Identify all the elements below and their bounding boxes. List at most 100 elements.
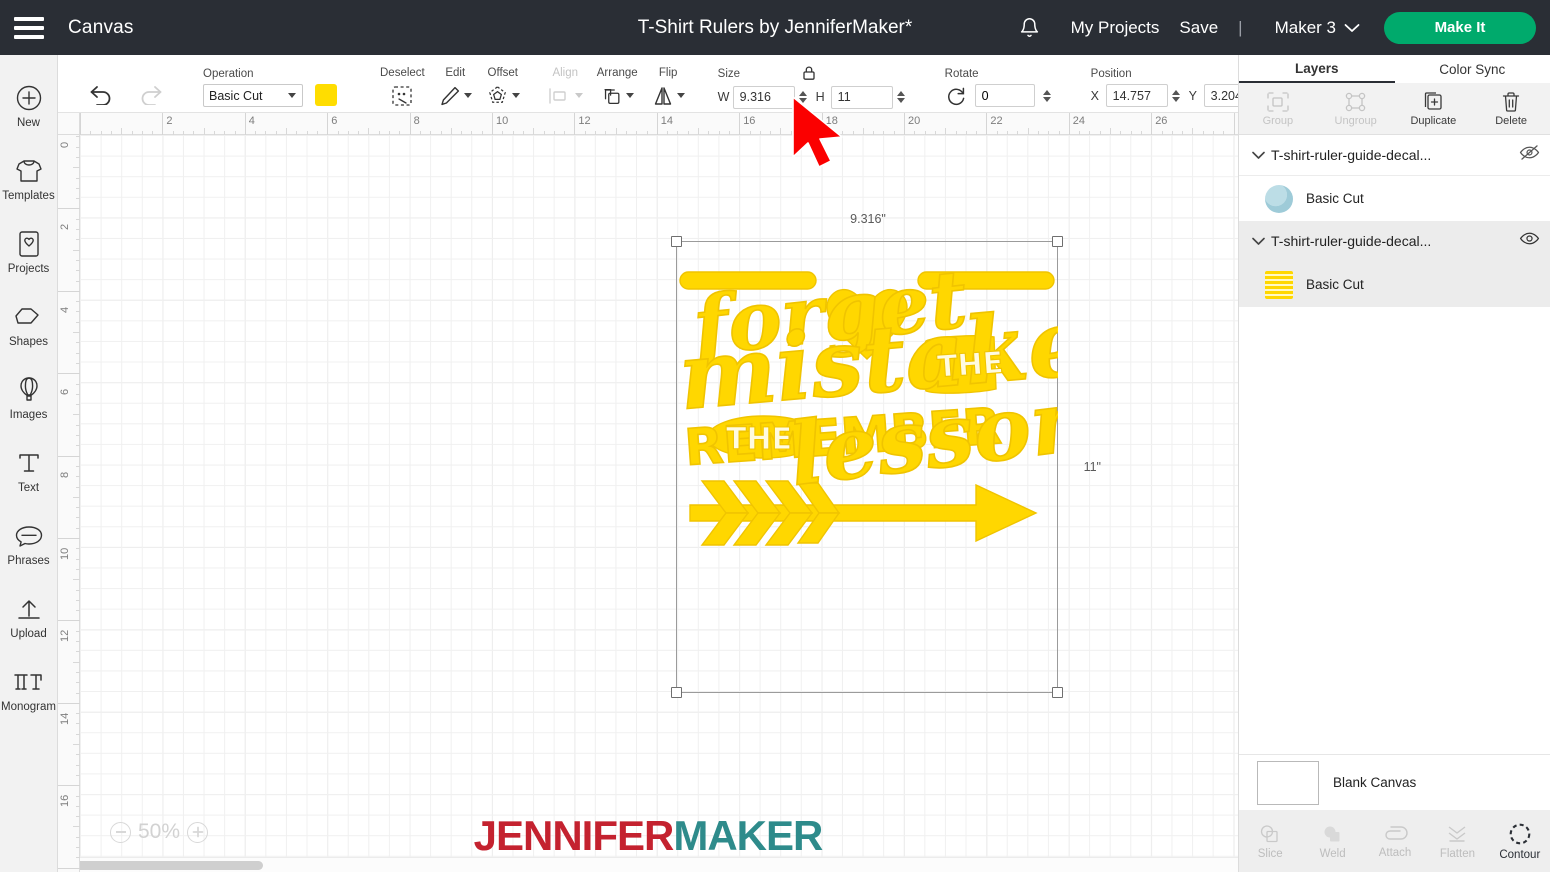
- sidebar-item-label: Text: [17, 481, 40, 494]
- chevron-down-icon: [676, 93, 685, 98]
- my-projects-link[interactable]: My Projects: [1061, 18, 1170, 38]
- sidebar-item-phrases[interactable]: Phrases: [0, 507, 58, 580]
- attach-button[interactable]: Attach: [1364, 824, 1426, 859]
- sidebar-item-monogram[interactable]: Monogram: [0, 653, 58, 726]
- eye-hidden-icon[interactable]: [1513, 144, 1540, 166]
- operation-select[interactable]: Basic Cut: [203, 84, 303, 107]
- operation-caption: Operation: [203, 68, 254, 80]
- decal-artwork[interactable]: forget mistake REMEMBER lesson THE THE: [674, 241, 1099, 693]
- deselect-button[interactable]: [390, 83, 414, 109]
- machine-selector[interactable]: Maker 3: [1253, 18, 1374, 38]
- rotate-stepper[interactable]: [1042, 89, 1051, 102]
- group-button[interactable]: Group: [1239, 83, 1317, 134]
- align-caption: Align: [552, 66, 579, 79]
- canvas-horizontal-scrollbar[interactable]: [58, 857, 1238, 872]
- sidebar-item-text[interactable]: Text: [0, 434, 58, 507]
- upload-arrow-icon: [16, 594, 42, 624]
- edit-button[interactable]: [439, 83, 472, 109]
- flatten-label: Flatten: [1439, 847, 1475, 860]
- edit-toolbar: Operation Basic Cut Deselect Edit Offset…: [58, 55, 1278, 113]
- sublayer-row[interactable]: Basic Cut: [1239, 262, 1550, 307]
- sidebar-item-new[interactable]: New: [0, 69, 58, 142]
- delete-button[interactable]: Delete: [1472, 83, 1550, 134]
- rotate-input[interactable]: 0: [974, 84, 1035, 107]
- flatten-button[interactable]: Flatten: [1426, 823, 1488, 860]
- ungroup-button[interactable]: Ungroup: [1317, 83, 1395, 134]
- banner-the-text: THE: [936, 345, 1005, 386]
- sidebar-item-projects[interactable]: Projects: [0, 215, 58, 288]
- make-it-button[interactable]: Make It: [1384, 11, 1536, 44]
- duplicate-icon: [1425, 91, 1443, 110]
- position-x-stepper[interactable]: [1171, 89, 1180, 102]
- chevron-down-icon: [463, 93, 472, 98]
- flip-group: Flip: [645, 59, 692, 109]
- sidebar-item-label: Images: [9, 408, 48, 421]
- plus-circle-icon: [15, 83, 43, 113]
- text-t-icon: [17, 448, 41, 478]
- arrange-caption: Arrange: [596, 66, 638, 79]
- zoom-out-icon[interactable]: [110, 821, 131, 843]
- undo-arrow-icon[interactable]: [88, 83, 114, 105]
- offset-icon: [488, 86, 506, 103]
- operation-color-swatch[interactable]: [315, 84, 337, 106]
- size-w-stepper[interactable]: [798, 91, 807, 103]
- app-header: Canvas T-Shirt Rulers by JenniferMaker* …: [0, 0, 1550, 55]
- chevron-down-icon[interactable]: [1249, 147, 1267, 163]
- slice-button[interactable]: Slice: [1239, 823, 1301, 860]
- svg-text:THE: THE: [726, 422, 792, 457]
- header-actions: My Projects Save | Maker 3 Make It: [1013, 11, 1550, 45]
- align-button[interactable]: [548, 83, 583, 109]
- sidebar-item-upload[interactable]: Upload: [0, 580, 58, 653]
- sidebar-item-templates[interactable]: Templates: [0, 142, 58, 215]
- contour-button[interactable]: Contour: [1489, 822, 1550, 861]
- sidebar-item-label: New: [16, 116, 40, 129]
- tab-color-sync[interactable]: Color Sync: [1395, 55, 1550, 83]
- eye-visible-icon[interactable]: [1513, 231, 1540, 251]
- contour-icon: [1509, 823, 1531, 844]
- speech-bubble-icon: [14, 521, 44, 551]
- sublayer-row[interactable]: Basic Cut: [1239, 176, 1550, 221]
- operation-group: Operation Basic Cut: [185, 60, 344, 107]
- rotate-group: Rotate 0: [933, 60, 1058, 107]
- layer-row[interactable]: T-shirt-ruler-guide-decal...: [1239, 135, 1550, 176]
- size-h-input[interactable]: 11: [830, 85, 893, 109]
- machine-name: Maker 3: [1274, 17, 1336, 37]
- rotate-caption: Rotate: [944, 68, 979, 80]
- flip-button[interactable]: [652, 83, 685, 109]
- design-canvas[interactable]: 9.316" 11" forget mistake REMEMBER lesso…: [58, 113, 1238, 872]
- rotate-icon[interactable]: [945, 86, 967, 106]
- position-x-field[interactable]: X 14.757: [1091, 84, 1180, 107]
- save-button[interactable]: Save: [1169, 18, 1228, 38]
- group-icon: [1267, 91, 1289, 112]
- sidebar-item-images[interactable]: Images: [0, 361, 58, 434]
- blank-canvas-swatch[interactable]: [1257, 760, 1319, 805]
- hamburger-icon[interactable]: [14, 16, 44, 39]
- offset-group: Offset: [479, 59, 527, 109]
- sidebar-item-shapes[interactable]: Shapes: [0, 288, 58, 361]
- chevron-down-icon: [574, 93, 583, 98]
- notification-bell-icon[interactable]: [1013, 11, 1047, 45]
- weld-button[interactable]: Weld: [1301, 823, 1363, 860]
- sublayer-operation-label: Basic Cut: [1306, 191, 1364, 206]
- shapes-icon: [14, 302, 44, 332]
- chevron-down-icon[interactable]: [1249, 233, 1267, 249]
- zoom-in-icon[interactable]: [187, 821, 209, 843]
- lock-closed-icon[interactable]: [802, 65, 816, 86]
- size-w-input[interactable]: 9.316: [732, 85, 795, 109]
- attach-paperclip-icon: [1385, 825, 1408, 840]
- watermark-part1: JENNIFER: [473, 812, 675, 859]
- size-height-field[interactable]: H 11: [816, 85, 905, 109]
- flatten-icon: [1449, 825, 1466, 842]
- size-width-field[interactable]: W 9.316: [718, 85, 807, 109]
- arrange-button[interactable]: [600, 83, 635, 109]
- offset-button[interactable]: [486, 83, 520, 109]
- redo-arrow-icon[interactable]: [138, 83, 164, 105]
- canvas-background-selector[interactable]: Blank Canvas: [1239, 754, 1550, 810]
- duplicate-button[interactable]: Duplicate: [1395, 83, 1473, 134]
- size-h-stepper[interactable]: [896, 91, 905, 103]
- position-x-input[interactable]: 14.757: [1105, 84, 1168, 107]
- scrollbar-thumb[interactable]: [68, 861, 263, 870]
- align-icon: [549, 87, 566, 104]
- layer-row[interactable]: T-shirt-ruler-guide-decal...: [1239, 221, 1550, 262]
- tab-layers[interactable]: Layers: [1239, 55, 1395, 83]
